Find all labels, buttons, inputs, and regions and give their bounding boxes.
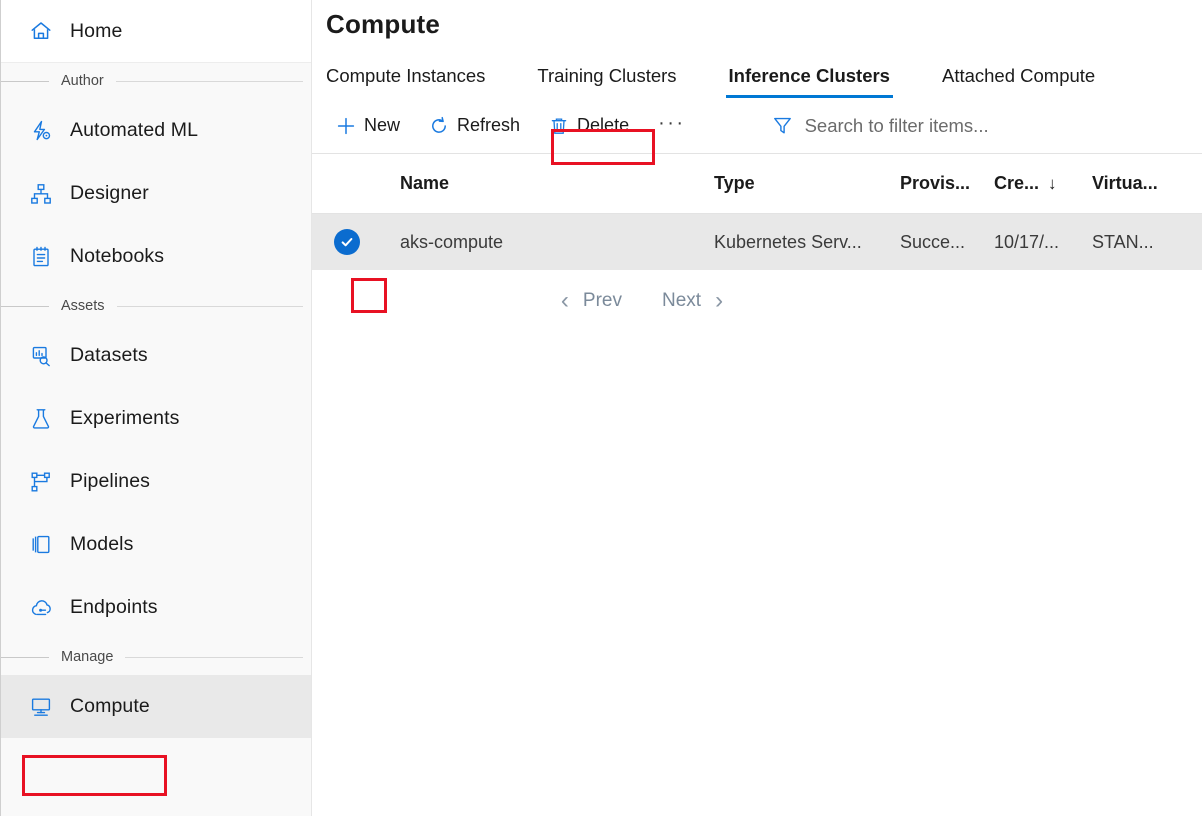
sidebar-item-label: Notebooks [70, 245, 164, 268]
sidebar-item-label: Home [70, 20, 122, 43]
row-checkbox-cell [312, 229, 400, 255]
delete-button[interactable]: Delete [539, 109, 638, 143]
sort-descending-icon: ↓ [1048, 174, 1057, 194]
more-options-button[interactable]: ··· [648, 113, 695, 133]
automated-ml-icon [28, 118, 54, 144]
tab-inference-clusters[interactable]: Inference Clusters [729, 65, 890, 98]
row-type: Kubernetes Serv... [714, 232, 900, 253]
sidebar-item-compute[interactable]: Compute [1, 675, 311, 738]
sidebar-item-designer[interactable]: Designer [1, 162, 311, 225]
row-virtual-machine-size: STAN... [1092, 232, 1202, 253]
models-icon [28, 532, 54, 558]
divider-left [1, 81, 49, 82]
sidebar: Home Author Automated ML [0, 0, 312, 816]
section-label: Assets [49, 298, 117, 314]
divider-left [1, 657, 49, 658]
sidebar-item-label: Pipelines [70, 470, 150, 493]
compute-table: Name Type Provis... Cre... ↓ Virtua... [312, 154, 1202, 270]
row-created-on: 10/17/... [994, 232, 1092, 253]
home-icon [28, 18, 54, 44]
divider-right [117, 306, 303, 307]
column-header-created-label: Cre... [994, 173, 1039, 194]
endpoints-icon [28, 595, 54, 621]
sidebar-item-label: Experiments [70, 407, 179, 430]
funnel-icon [772, 115, 794, 137]
pagination-next-button[interactable]: Next › [662, 289, 723, 313]
delete-label: Delete [577, 115, 629, 136]
pagination-prev-label: Prev [583, 290, 622, 312]
row-provisioning-state: Succe... [900, 232, 994, 253]
row-name-link[interactable]: aks-compute [400, 232, 714, 253]
divider-right [116, 81, 303, 82]
table-header-row: Name Type Provis... Cre... ↓ Virtua... [312, 154, 1202, 214]
column-header-created[interactable]: Cre... ↓ [994, 173, 1092, 194]
sidebar-item-label: Designer [70, 182, 149, 205]
tab-attached-compute[interactable]: Attached Compute [942, 65, 1095, 98]
search-placeholder: Search to filter items... [805, 115, 989, 137]
sidebar-section-assets: Assets [1, 288, 311, 324]
sidebar-item-automated-ml[interactable]: Automated ML [1, 99, 311, 162]
plus-icon [335, 115, 356, 136]
divider-left [1, 306, 49, 307]
row-checkbox-checked[interactable] [334, 229, 360, 255]
sidebar-item-experiments[interactable]: Experiments [1, 387, 311, 450]
tab-compute-instances[interactable]: Compute Instances [326, 65, 485, 98]
new-label: New [364, 115, 400, 136]
pagination: ‹ Prev Next › [312, 274, 1202, 328]
new-button[interactable]: New [326, 109, 409, 143]
sidebar-item-label: Datasets [70, 344, 148, 367]
refresh-icon [428, 115, 449, 136]
column-header-virtual-machine[interactable]: Virtua... [1092, 173, 1202, 194]
sidebar-item-label: Models [70, 533, 133, 556]
pagination-next-label: Next [662, 290, 701, 312]
compute-icon [28, 694, 54, 720]
pagination-prev-button[interactable]: ‹ Prev [561, 289, 622, 313]
sidebar-section-manage: Manage [1, 639, 311, 675]
experiments-icon [28, 406, 54, 432]
trash-icon [548, 115, 569, 136]
designer-icon [28, 181, 54, 207]
notebooks-icon [28, 244, 54, 270]
pipelines-icon [28, 469, 54, 495]
sidebar-item-endpoints[interactable]: Endpoints [1, 576, 311, 639]
page-title: Compute [312, 0, 1202, 40]
column-header-type[interactable]: Type [714, 173, 900, 194]
sidebar-item-label: Automated ML [70, 119, 198, 142]
sidebar-item-datasets[interactable]: Datasets [1, 324, 311, 387]
refresh-button[interactable]: Refresh [419, 109, 529, 143]
sidebar-section-author: Author [1, 63, 311, 99]
divider-right [125, 657, 303, 658]
tab-training-clusters[interactable]: Training Clusters [537, 65, 676, 98]
section-label: Author [49, 73, 116, 89]
chevron-left-icon: ‹ [561, 289, 569, 313]
sidebar-item-label: Endpoints [70, 596, 158, 619]
sidebar-item-models[interactable]: Models [1, 513, 311, 576]
table-row[interactable]: aks-compute Kubernetes Serv... Succe... … [312, 214, 1202, 270]
app-window: Home Author Automated ML [0, 0, 1202, 816]
sidebar-item-pipelines[interactable]: Pipelines [1, 450, 311, 513]
sidebar-item-label: Compute [70, 695, 150, 718]
search-filter-input[interactable]: Search to filter items... [772, 115, 989, 137]
section-label: Manage [49, 649, 125, 665]
sidebar-item-home[interactable]: Home [1, 0, 311, 63]
chevron-right-icon: › [715, 289, 723, 313]
column-header-name[interactable]: Name [400, 173, 714, 194]
tab-bar: Compute Instances Training Clusters Infe… [312, 56, 1202, 98]
sidebar-item-notebooks[interactable]: Notebooks [1, 225, 311, 288]
column-header-provisioning[interactable]: Provis... [900, 173, 994, 194]
refresh-label: Refresh [457, 115, 520, 136]
datasets-icon [28, 343, 54, 369]
toolbar: New Refresh [312, 98, 1202, 154]
main-content: Compute Compute Instances Training Clust… [312, 0, 1202, 816]
